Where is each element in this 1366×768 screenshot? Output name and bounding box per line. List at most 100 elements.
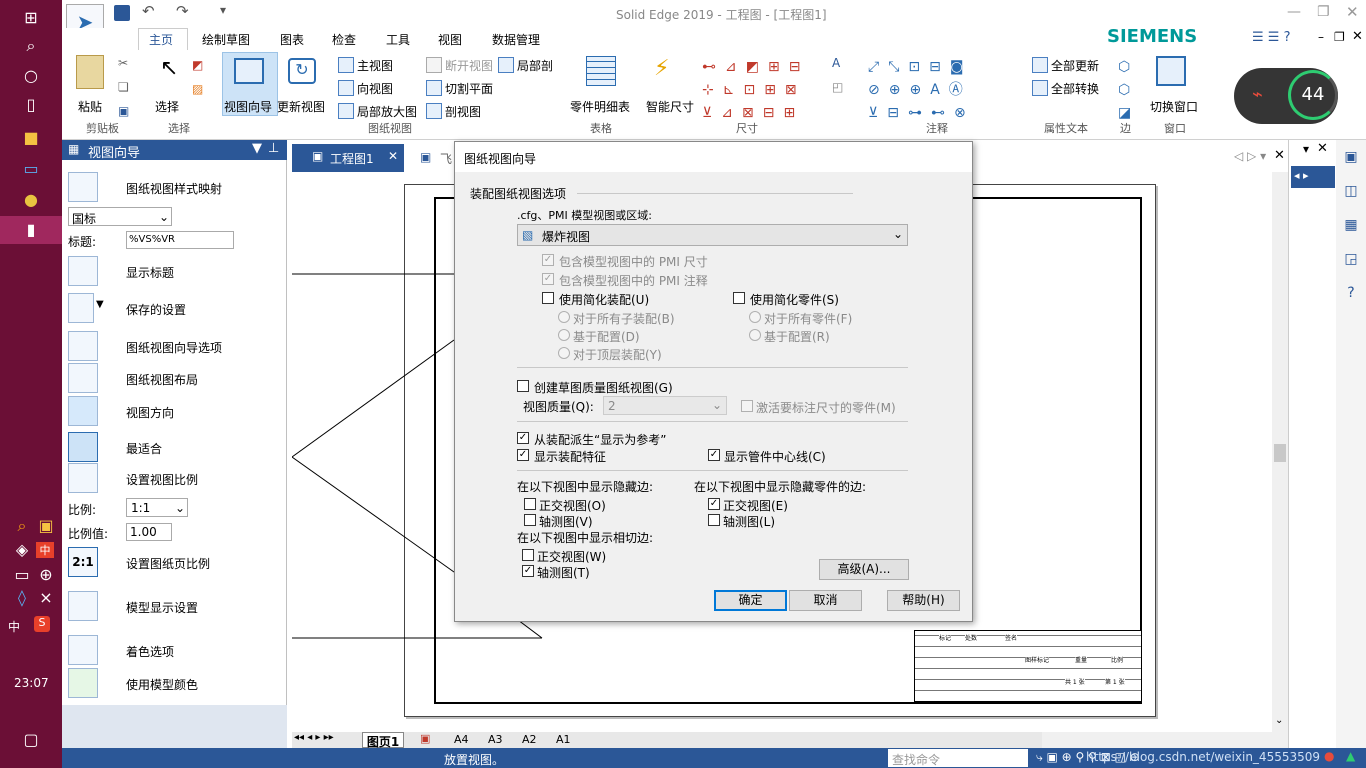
paste-icon[interactable] [76,55,104,89]
tab-inspect[interactable]: 检查 [332,31,356,48]
switch-window-button[interactable]: 切换窗口 [1150,98,1198,115]
saved-settings-dropdown-icon[interactable]: ▼ [96,299,104,310]
sheet-nav-icons[interactable]: ◂◂ ◂ ▸ ▸▸ [294,732,334,743]
network-speed-widget[interactable]: ⌁ 44 [1234,68,1338,124]
simplified-assembly-checkbox[interactable] [542,292,554,304]
hidden-ortho-checkbox[interactable] [524,498,536,510]
sogou-icon[interactable]: S [34,616,50,632]
parts-list-button[interactable]: 零件明细表 [570,98,630,115]
file-explorer-icon[interactable]: ■ [19,126,43,150]
tab-data-management[interactable]: 数据管理 [492,31,540,48]
scrollbar-thumb[interactable] [1274,444,1286,462]
command-search-input[interactable]: 查找命令 [888,749,1028,767]
document-app-icon[interactable]: ▮ [19,218,43,242]
detail-view-button[interactable]: 局部放大图 [357,103,417,120]
tray-app-icon[interactable]: ▣ [34,514,58,538]
shield-tray-icon[interactable]: ◈ [10,538,34,562]
search-tray-icon[interactable]: ⌕ [10,514,34,538]
panel-close-icon[interactable]: ✕ [1317,141,1328,156]
sheet-tab-a3[interactable]: A3 [488,733,503,746]
projected-view-button[interactable]: 向视图 [357,80,393,97]
all-subassemblies-radio[interactable] [558,311,570,323]
hidden-iso-checkbox[interactable] [524,514,536,526]
network-icon[interactable]: ⊕ [34,563,58,587]
smart-dimension-button[interactable]: 智能尺寸 [646,98,694,115]
scroll-down-icon[interactable]: ⌄ [1275,715,1283,726]
title-input[interactable]: %VS%VR [126,231,234,249]
record-icon[interactable]: ● [1324,749,1334,763]
ok-button[interactable]: 确定 [714,590,787,611]
select-button[interactable]: 选择 [155,98,179,115]
chrome-icon[interactable]: ● [19,188,43,212]
pmi-dim-checkbox[interactable]: ✓ [542,254,554,266]
scale-value-input[interactable]: 1.00 [126,523,172,541]
pane-dropdown-icon[interactable]: ▼ [252,141,262,156]
format-icon[interactable]: ▣ [118,104,129,118]
tab-view[interactable]: 视图 [438,31,462,48]
task-view-icon[interactable]: ▯ [19,93,43,117]
status-arrow-icon[interactable]: ▲ [1346,749,1355,763]
paste-button[interactable]: 粘贴 [78,98,102,115]
right-tool-strip[interactable]: ▣ ◫ ▦ ◲? [1336,140,1366,748]
quick-access-dropdown-icon[interactable]: ▾ [220,3,226,17]
redo-icon[interactable]: ↷ [176,2,189,20]
cut-icon[interactable]: ✂ [118,56,128,70]
main-view-button[interactable]: 主视图 [357,57,393,74]
battery-icon[interactable]: ▭ [10,563,34,587]
tangent-ortho-checkbox[interactable] [522,549,534,561]
broken-view-button[interactable]: 断开视图 [445,57,493,74]
tab-sketch[interactable]: 绘制草图 [202,31,250,48]
tab-second-label[interactable]: 飞 [440,150,452,167]
panel-nav[interactable]: ◂ ▸ [1291,166,1335,188]
select-arrow-icon[interactable]: ↖ [160,56,178,81]
help-button[interactable]: 帮助(H) [887,590,960,611]
doc-restore-button[interactable]: ❐ [1334,30,1345,44]
advanced-button[interactable]: 高级(A)... [819,559,909,580]
tab-tools[interactable]: 工具 [386,31,410,48]
view-quality-select[interactable]: 2 ⌄ [603,396,727,415]
defender-icon[interactable]: ◊ [10,586,34,610]
clock[interactable]: 23:07 [14,676,49,690]
cortana-icon[interactable]: ○ [19,64,43,88]
based-on-config-radio-2[interactable] [749,329,761,341]
sheet-tab-a1[interactable]: A1 [556,733,571,746]
section-view-button[interactable]: 剖视图 [445,103,481,120]
vertical-scrollbar[interactable]: ⌄ [1272,172,1288,732]
show-pipe-centerline-checkbox[interactable]: ✓ [708,449,720,461]
convert-all-button[interactable]: 全部转换 [1051,80,1099,97]
minimize-button[interactable]: — [1287,4,1301,20]
ime-indicator[interactable]: 中 [8,618,20,635]
derive-reference-checkbox[interactable]: ✓ [517,432,529,444]
annotation-tool-icons[interactable]: ⤢⤡⊡⊟◙ ⊘⊕⊕AⒶ ⊻⊟⊶⊷⊗ [868,56,1008,121]
top-level-assembly-radio[interactable] [558,347,570,359]
undo-icon[interactable]: ↶ [142,2,155,20]
dimension-tool-icons[interactable]: ⊷⊿◩⊞⊟ ⊹⊾⊡⊞⊠ ⊻⊿⊠⊟⊞ [702,56,812,121]
based-on-config-radio-1[interactable] [558,329,570,341]
dim-extra-icon[interactable]: ◰ [832,80,843,94]
hidden-part-iso-checkbox[interactable] [708,514,720,526]
pmi-annot-checkbox[interactable]: ✓ [542,273,554,285]
tab-nav-icons[interactable]: ◁ ▷ ▾ [1234,149,1266,163]
show-assembly-features-checkbox[interactable]: ✓ [517,449,529,461]
doc-minimize-button[interactable]: – [1318,30,1324,44]
windows-start-icon[interactable]: ⊞ [19,6,43,30]
simplified-part-checkbox[interactable] [733,292,745,304]
select-tool-icon-2[interactable]: ▨ [192,82,203,96]
computer-icon[interactable]: ▭ [19,157,43,181]
cutting-plane-button[interactable]: 切割平面 [445,80,493,97]
panel-dropdown-icon[interactable]: ▾ [1303,142,1309,156]
broken-out-button[interactable]: 局部剖 [517,57,553,74]
search-icon[interactable]: ⌕ [19,34,43,58]
update-view-button[interactable]: 更新视图 [277,98,325,115]
all-parts-radio[interactable] [749,311,761,323]
sheet-tab-a4[interactable]: A4 [454,733,469,746]
save-icon[interactable] [114,5,130,21]
tangent-iso-checkbox[interactable]: ✓ [522,565,534,577]
sheet-tab-page1[interactable]: 图页1 [362,732,404,749]
restore-button[interactable]: ❐ [1317,4,1330,20]
pin-icon[interactable]: ⊥ [268,141,279,156]
close-button[interactable]: ✕ [1346,3,1359,21]
doc-close-button[interactable]: ✕ [1352,29,1363,44]
tab-home[interactable]: 主页 [149,31,173,48]
cancel-button[interactable]: 取消 [789,590,862,611]
